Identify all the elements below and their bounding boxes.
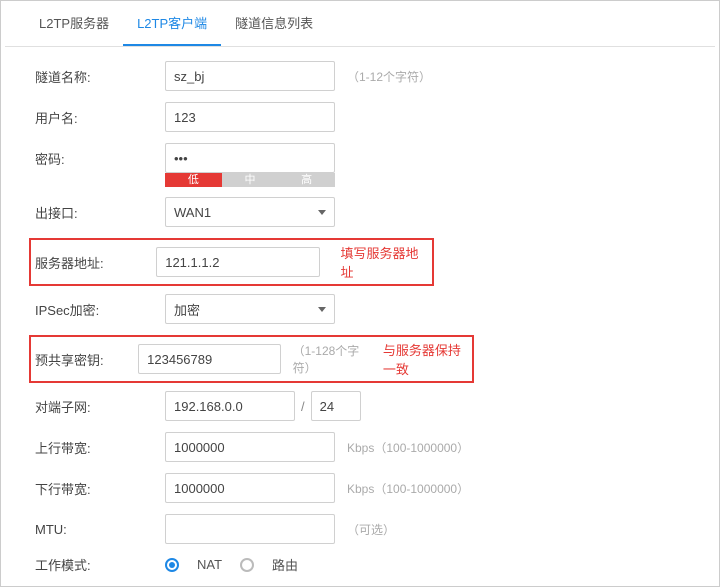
subnet-mask-wrap[interactable] <box>311 391 361 421</box>
username-input[interactable] <box>174 103 326 131</box>
down-bw-wrap[interactable] <box>165 473 335 503</box>
chevron-down-icon <box>318 210 326 215</box>
mode-nat-radio[interactable] <box>165 558 179 572</box>
username-label: 用户名: <box>35 108 165 127</box>
psk-annotation: 与服务器保持一致 <box>383 340 468 378</box>
up-bw-hint: Kbps（100-1000000） <box>347 439 469 456</box>
mode-route-radio[interactable] <box>240 558 254 572</box>
down-bw-input[interactable] <box>174 474 326 502</box>
mtu-input[interactable] <box>174 515 326 543</box>
mode-route-text: 路由 <box>272 555 298 574</box>
interface-select[interactable]: WAN1 <box>165 197 335 227</box>
tab-l2tp-server[interactable]: L2TP服务器 <box>25 1 123 46</box>
psk-input[interactable] <box>147 345 271 373</box>
username-input-wrap[interactable] <box>165 102 335 132</box>
tab-tunnel-list[interactable]: 隧道信息列表 <box>221 1 327 46</box>
mode-label: 工作模式: <box>35 555 165 574</box>
password-input-wrap[interactable] <box>165 143 335 173</box>
subnet-ip-wrap[interactable] <box>165 391 295 421</box>
up-bw-wrap[interactable] <box>165 432 335 462</box>
server-annotation: 填写服务器地址 <box>340 243 428 281</box>
ipsec-label: IPSec加密: <box>35 300 165 319</box>
mtu-wrap[interactable] <box>165 514 335 544</box>
psk-label: 预共享密钥: <box>35 350 138 369</box>
mode-nat-text: NAT <box>197 557 222 572</box>
psk-hint: （1-128个字符） <box>293 342 367 376</box>
tunnel-name-hint: （1-12个字符） <box>347 68 431 85</box>
mtu-label: MTU: <box>35 522 165 537</box>
mtu-hint: （可选） <box>347 521 395 538</box>
interface-value: WAN1 <box>174 205 211 220</box>
password-strength-bar: 低 中 高 <box>165 173 335 187</box>
server-address-input-wrap[interactable] <box>156 247 320 277</box>
strength-low: 低 <box>165 173 222 187</box>
tabs: L2TP服务器 L2TP客户端 隧道信息列表 <box>5 1 715 47</box>
subnet-ip-input[interactable] <box>174 392 286 420</box>
up-bw-label: 上行带宽: <box>35 438 165 457</box>
down-bw-label: 下行带宽: <box>35 479 165 498</box>
up-bw-input[interactable] <box>174 433 326 461</box>
subnet-slash: / <box>301 399 305 414</box>
strength-med: 中 <box>222 173 279 187</box>
password-label: 密码: <box>35 149 165 168</box>
down-bw-hint: Kbps（100-1000000） <box>347 480 469 497</box>
tunnel-name-input[interactable] <box>174 62 326 90</box>
server-address-label: 服务器地址: <box>35 253 156 272</box>
interface-label: 出接口: <box>35 203 165 222</box>
tunnel-name-label: 隧道名称: <box>35 67 165 86</box>
l2tp-client-form: 隧道名称: （1-12个字符） 用户名: 密码: 低 中 高 出接口: <box>5 47 715 587</box>
chevron-down-icon <box>318 307 326 312</box>
tunnel-name-input-wrap[interactable] <box>165 61 335 91</box>
tab-l2tp-client[interactable]: L2TP客户端 <box>123 1 221 46</box>
psk-input-wrap[interactable] <box>138 344 280 374</box>
subnet-label: 对端子网: <box>35 397 165 416</box>
ipsec-value: 加密 <box>174 300 200 319</box>
subnet-mask-input[interactable] <box>320 392 352 420</box>
ipsec-select[interactable]: 加密 <box>165 294 335 324</box>
server-address-input[interactable] <box>165 248 311 276</box>
password-input[interactable] <box>174 144 326 172</box>
strength-high: 高 <box>278 173 335 187</box>
